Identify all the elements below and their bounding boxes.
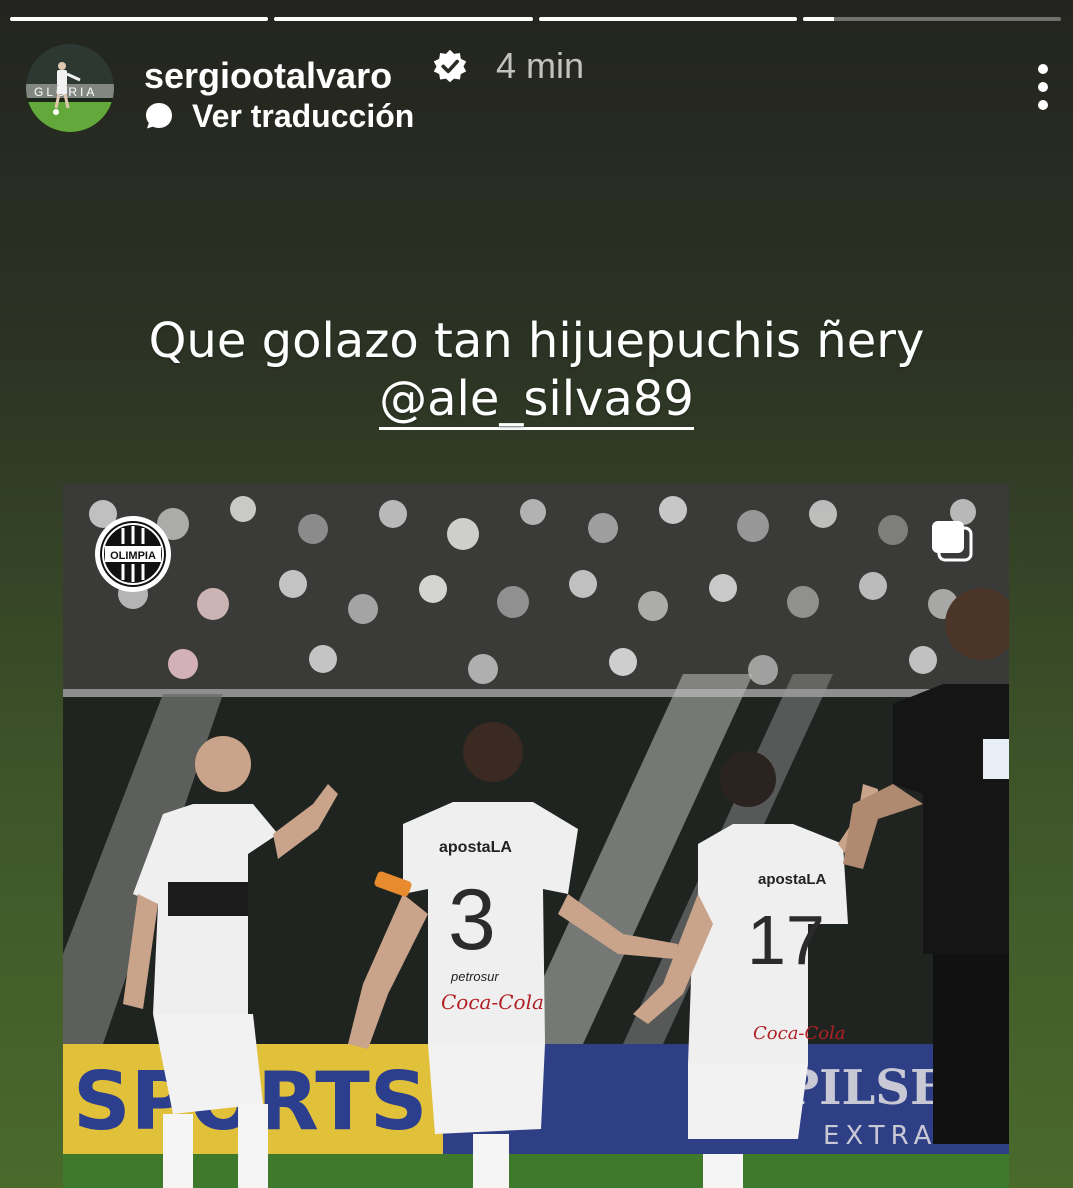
multiple-posts-icon [932,521,973,562]
jersey-sponsor: apostaLA [758,871,827,888]
translate-label: Ver traducción [192,97,415,134]
mention-link[interactable]: @ale_silva89 [379,371,694,430]
jersey-sponsor-3: petrosur [450,969,499,984]
speech-bubble-icon [146,103,172,129]
progress-fill [538,17,797,21]
menu-dot [1038,100,1048,110]
avatar[interactable]: GLORIA [26,44,114,132]
caption-text: Que golazo tan hijuepuchis ñery [148,313,925,369]
story-progress-segment [10,17,269,21]
ad-board-right-sub: EXTRA [823,1121,937,1151]
verified-badge-icon [433,49,467,83]
story-progress-segment-current [802,17,1061,21]
progress-fill [274,17,533,21]
olimpia-logo: OLIMPIA [95,516,171,592]
story-progress-segment [538,17,797,21]
jersey-sponsor-2: Coca-Cola [753,1023,846,1044]
menu-dot [1038,64,1048,74]
jersey-sponsor-2: Coca-Cola [441,990,544,1014]
jersey-number: 17 [747,901,825,979]
olimpia-logo-text: OLIMPIA [110,550,156,562]
jersey-sponsor: apostaLA [439,839,512,856]
shared-post-image[interactable]: SPORTS PILSEN EXTRA apostaLA 3 petrosur [63,484,1009,1188]
story-caption: Que golazo tan hijuepuchis ñery @ale_sil… [0,312,1073,430]
progress-fill [802,17,834,21]
jersey-number: 3 [448,872,496,968]
story-header: GLORIA sergiootalvaro 4 min Ver traducci… [26,44,1053,144]
username[interactable]: sergiootalvaro [144,56,392,96]
menu-dot [1038,82,1048,92]
story-progress-segment [274,17,533,21]
progress-fill [10,17,269,21]
translate-button[interactable]: Ver traducción [144,96,414,136]
story-time: 4 min [496,45,585,86]
more-vertical-icon[interactable] [1033,64,1053,110]
story-progress-bars [10,17,1061,21]
